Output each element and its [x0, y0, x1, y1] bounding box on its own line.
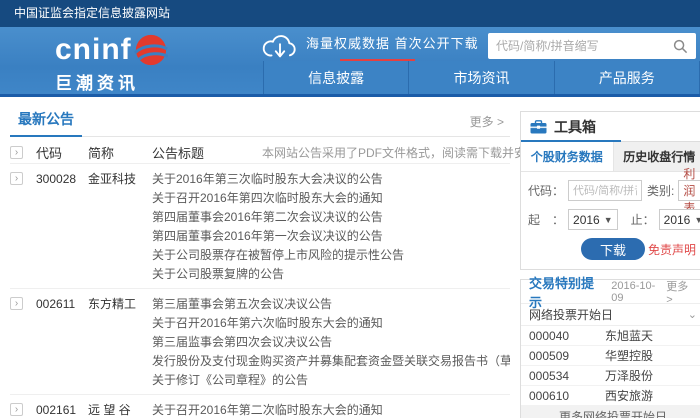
- download-button[interactable]: 下载: [581, 238, 645, 260]
- expand-icon[interactable]: ›: [10, 297, 23, 310]
- announcement-link[interactable]: 关于召开2016年第六次临时股东大会的通知: [152, 314, 510, 331]
- announcement-link[interactable]: 第四届董事会2016年第一次会议决议的公告: [152, 227, 510, 244]
- announcement-link[interactable]: 关于2016年第三次临时股东大会决议的公告: [152, 170, 510, 187]
- announcement-link[interactable]: 关于修订《公司章程》的公告: [152, 371, 510, 388]
- site-logo[interactable]: cninf 巨潮资讯: [55, 33, 168, 94]
- expand-icon[interactable]: ›: [10, 172, 23, 185]
- special-notice-title: 交易特别提示: [529, 273, 605, 311]
- topbar: 中国证监会指定信息披露网站: [0, 0, 700, 27]
- announcement-link[interactable]: 关于公司股票复牌的公告: [152, 265, 510, 282]
- announcement-link[interactable]: 关于公司股票存在被暂停上市风险的提示性公告: [152, 246, 510, 263]
- announcement-link[interactable]: 关于召开2016年第四次临时股东大会的通知: [152, 189, 510, 206]
- special-notice-panel: 交易特别提示 2016-10-09 更多 > 网络投票开始日 ⌄ 000040东…: [520, 279, 700, 418]
- chevron-down-icon: ⌄: [688, 308, 697, 321]
- table-row: 发行股份及支付现金购买资产并募集配套资金暨关联交易报告书（草案）摘要: [10, 351, 510, 370]
- announcement-link[interactable]: 关于召开2016年第二次临时股东大会的通知: [152, 401, 510, 418]
- table-row: 关于召开2016年第六次临时股东大会的通知: [10, 313, 510, 332]
- topbar-text: 中国证监会指定信息披露网站: [14, 6, 170, 20]
- toolbox-form: 代码： 类别: 利润表▼ 起 ： 2016▼ 止： 2016▼ 下载 免责声明: [521, 172, 700, 269]
- briefcase-icon: [530, 120, 547, 134]
- column-name: 简称: [88, 143, 152, 162]
- stock-code: 002161: [36, 403, 88, 417]
- more-vote-dates-link[interactable]: 更多网络投票开始日: [521, 406, 700, 418]
- stock-code: 000610: [529, 389, 591, 403]
- toolbox-panel: 工具箱 个股财务数据 历史收盘行情 代码： 类别: 利润表▼ 起 ： 2016▼…: [520, 111, 700, 270]
- category-label: 类别:: [647, 182, 674, 199]
- toolbox-title: 工具箱: [554, 117, 596, 137]
- announcement-group: › 300028 金亚科技 关于2016年第三次临时股东大会决议的公告 关于召开…: [10, 163, 510, 288]
- logo-text: cninf: [55, 35, 132, 65]
- tab-latest-announcements[interactable]: 最新公告: [10, 109, 82, 137]
- stock-name: 东方精工: [88, 295, 152, 312]
- table-row: 关于召开2016年第四次临时股东大会的通知: [10, 188, 510, 207]
- logo-swirl-icon: [134, 33, 168, 67]
- table-row: 关于修订《公司章程》的公告: [10, 370, 510, 389]
- stock-name-link[interactable]: 华塑控股: [605, 347, 653, 364]
- category-select[interactable]: 利润表▼: [678, 180, 700, 201]
- announcement-link[interactable]: 发行股份及支付现金购买资产并募集配套资金暨关联交易报告书（草案）摘要: [152, 352, 510, 369]
- announcement-group: › 002161 远 望 谷 关于召开2016年第二次临时股东大会的通知 关于全…: [10, 394, 510, 418]
- table-row: 000610 西安旅游: [521, 386, 700, 406]
- table-row: 第四届董事会2016年第二次会议决议的公告: [10, 207, 510, 226]
- cloud-download-icon: [261, 31, 299, 63]
- table-row: › 002611 东方精工 第三届董事会第五次会议决议公告: [10, 294, 510, 313]
- announcements-panel: 最新公告 更多 > › 代码 简称 公告标题 本网站公告采用了PDF文件格式，阅…: [10, 111, 510, 418]
- header: cninf 巨潮资讯 海量权威数据 首次公开下载 6.28 数据下载器 强势上线…: [0, 27, 700, 97]
- special-notice-more-link[interactable]: 更多 >: [666, 278, 697, 306]
- table-row: 关于公司股票复牌的公告: [10, 264, 510, 283]
- select-arrow-icon: ▼: [694, 215, 700, 225]
- announcement-link[interactable]: 第三届监事会第四次会议决议公告: [152, 333, 510, 350]
- nav-tab-market[interactable]: 市场资讯: [408, 61, 553, 94]
- logo-subtitle: 巨潮资讯: [55, 69, 168, 94]
- stock-name-link[interactable]: 万泽股份: [605, 367, 653, 384]
- search-input[interactable]: [488, 39, 673, 53]
- code-label: 代码：: [528, 182, 564, 199]
- table-row: 关于公司股票存在被暂停上市风险的提示性公告: [10, 245, 510, 264]
- announcements-column-header: › 代码 简称 公告标题 本网站公告采用了PDF文件格式，阅读需下载并安装Ado…: [10, 137, 510, 163]
- stock-name: 远 望 谷: [88, 401, 152, 418]
- search-icon[interactable]: [673, 39, 688, 54]
- announcement-link[interactable]: 第四届董事会2016年第二次会议决议的公告: [152, 208, 510, 225]
- special-notice-date: 2016-10-09: [611, 280, 666, 304]
- announcement-link[interactable]: 第三届董事会第五次会议决议公告: [152, 295, 510, 312]
- vote-start-filter[interactable]: 网络投票开始日 ⌄: [521, 304, 700, 326]
- to-label: 止：: [631, 211, 655, 228]
- main-nav: 信息披露 市场资讯 产品服务: [263, 61, 700, 94]
- expand-icon[interactable]: ›: [10, 403, 23, 416]
- select-arrow-icon: ▼: [604, 215, 613, 225]
- stock-code: 002611: [36, 297, 88, 311]
- table-row: 第三届监事会第四次会议决议公告: [10, 332, 510, 351]
- table-row: 000040 东旭蓝天: [521, 326, 700, 346]
- table-row: › 002161 远 望 谷 关于召开2016年第二次临时股东大会的通知: [10, 400, 510, 418]
- expand-icon: ›: [10, 146, 23, 159]
- column-title: 公告标题: [152, 143, 262, 162]
- stock-code: 000534: [529, 369, 591, 383]
- disclaimer-link[interactable]: 免责声明: [648, 241, 696, 258]
- from-year-select[interactable]: 2016▼: [568, 209, 618, 230]
- tab-stock-financial-data[interactable]: 个股财务数据: [521, 142, 613, 171]
- announcement-group: › 002611 东方精工 第三届董事会第五次会议决议公告 关于召开2016年第…: [10, 288, 510, 394]
- nav-tab-products[interactable]: 产品服务: [554, 61, 700, 94]
- table-row: 000509 华塑控股: [521, 346, 700, 366]
- table-row: 000534 万泽股份: [521, 366, 700, 386]
- to-year-select[interactable]: 2016▼: [659, 209, 700, 230]
- announcements-more-link[interactable]: 更多 >: [470, 113, 510, 136]
- table-row: 第四届董事会2016年第一次会议决议的公告: [10, 226, 510, 245]
- code-input[interactable]: [568, 180, 642, 201]
- stock-name: 金亚科技: [88, 170, 152, 187]
- table-row: › 300028 金亚科技 关于2016年第三次临时股东大会决议的公告: [10, 169, 510, 188]
- stock-name-link[interactable]: 西安旅游: [605, 387, 653, 404]
- stock-code: 000509: [529, 349, 591, 363]
- stock-code: 300028: [36, 172, 88, 186]
- column-code: 代码: [36, 143, 88, 162]
- search-box: [488, 33, 696, 59]
- promo-line1: 海量权威数据 首次公开下载: [306, 33, 479, 52]
- stock-code: 000040: [529, 329, 591, 343]
- from-label: 起 ：: [528, 211, 564, 228]
- nav-tab-disclosure[interactable]: 信息披露: [263, 61, 408, 94]
- stock-name-link[interactable]: 东旭蓝天: [605, 327, 653, 344]
